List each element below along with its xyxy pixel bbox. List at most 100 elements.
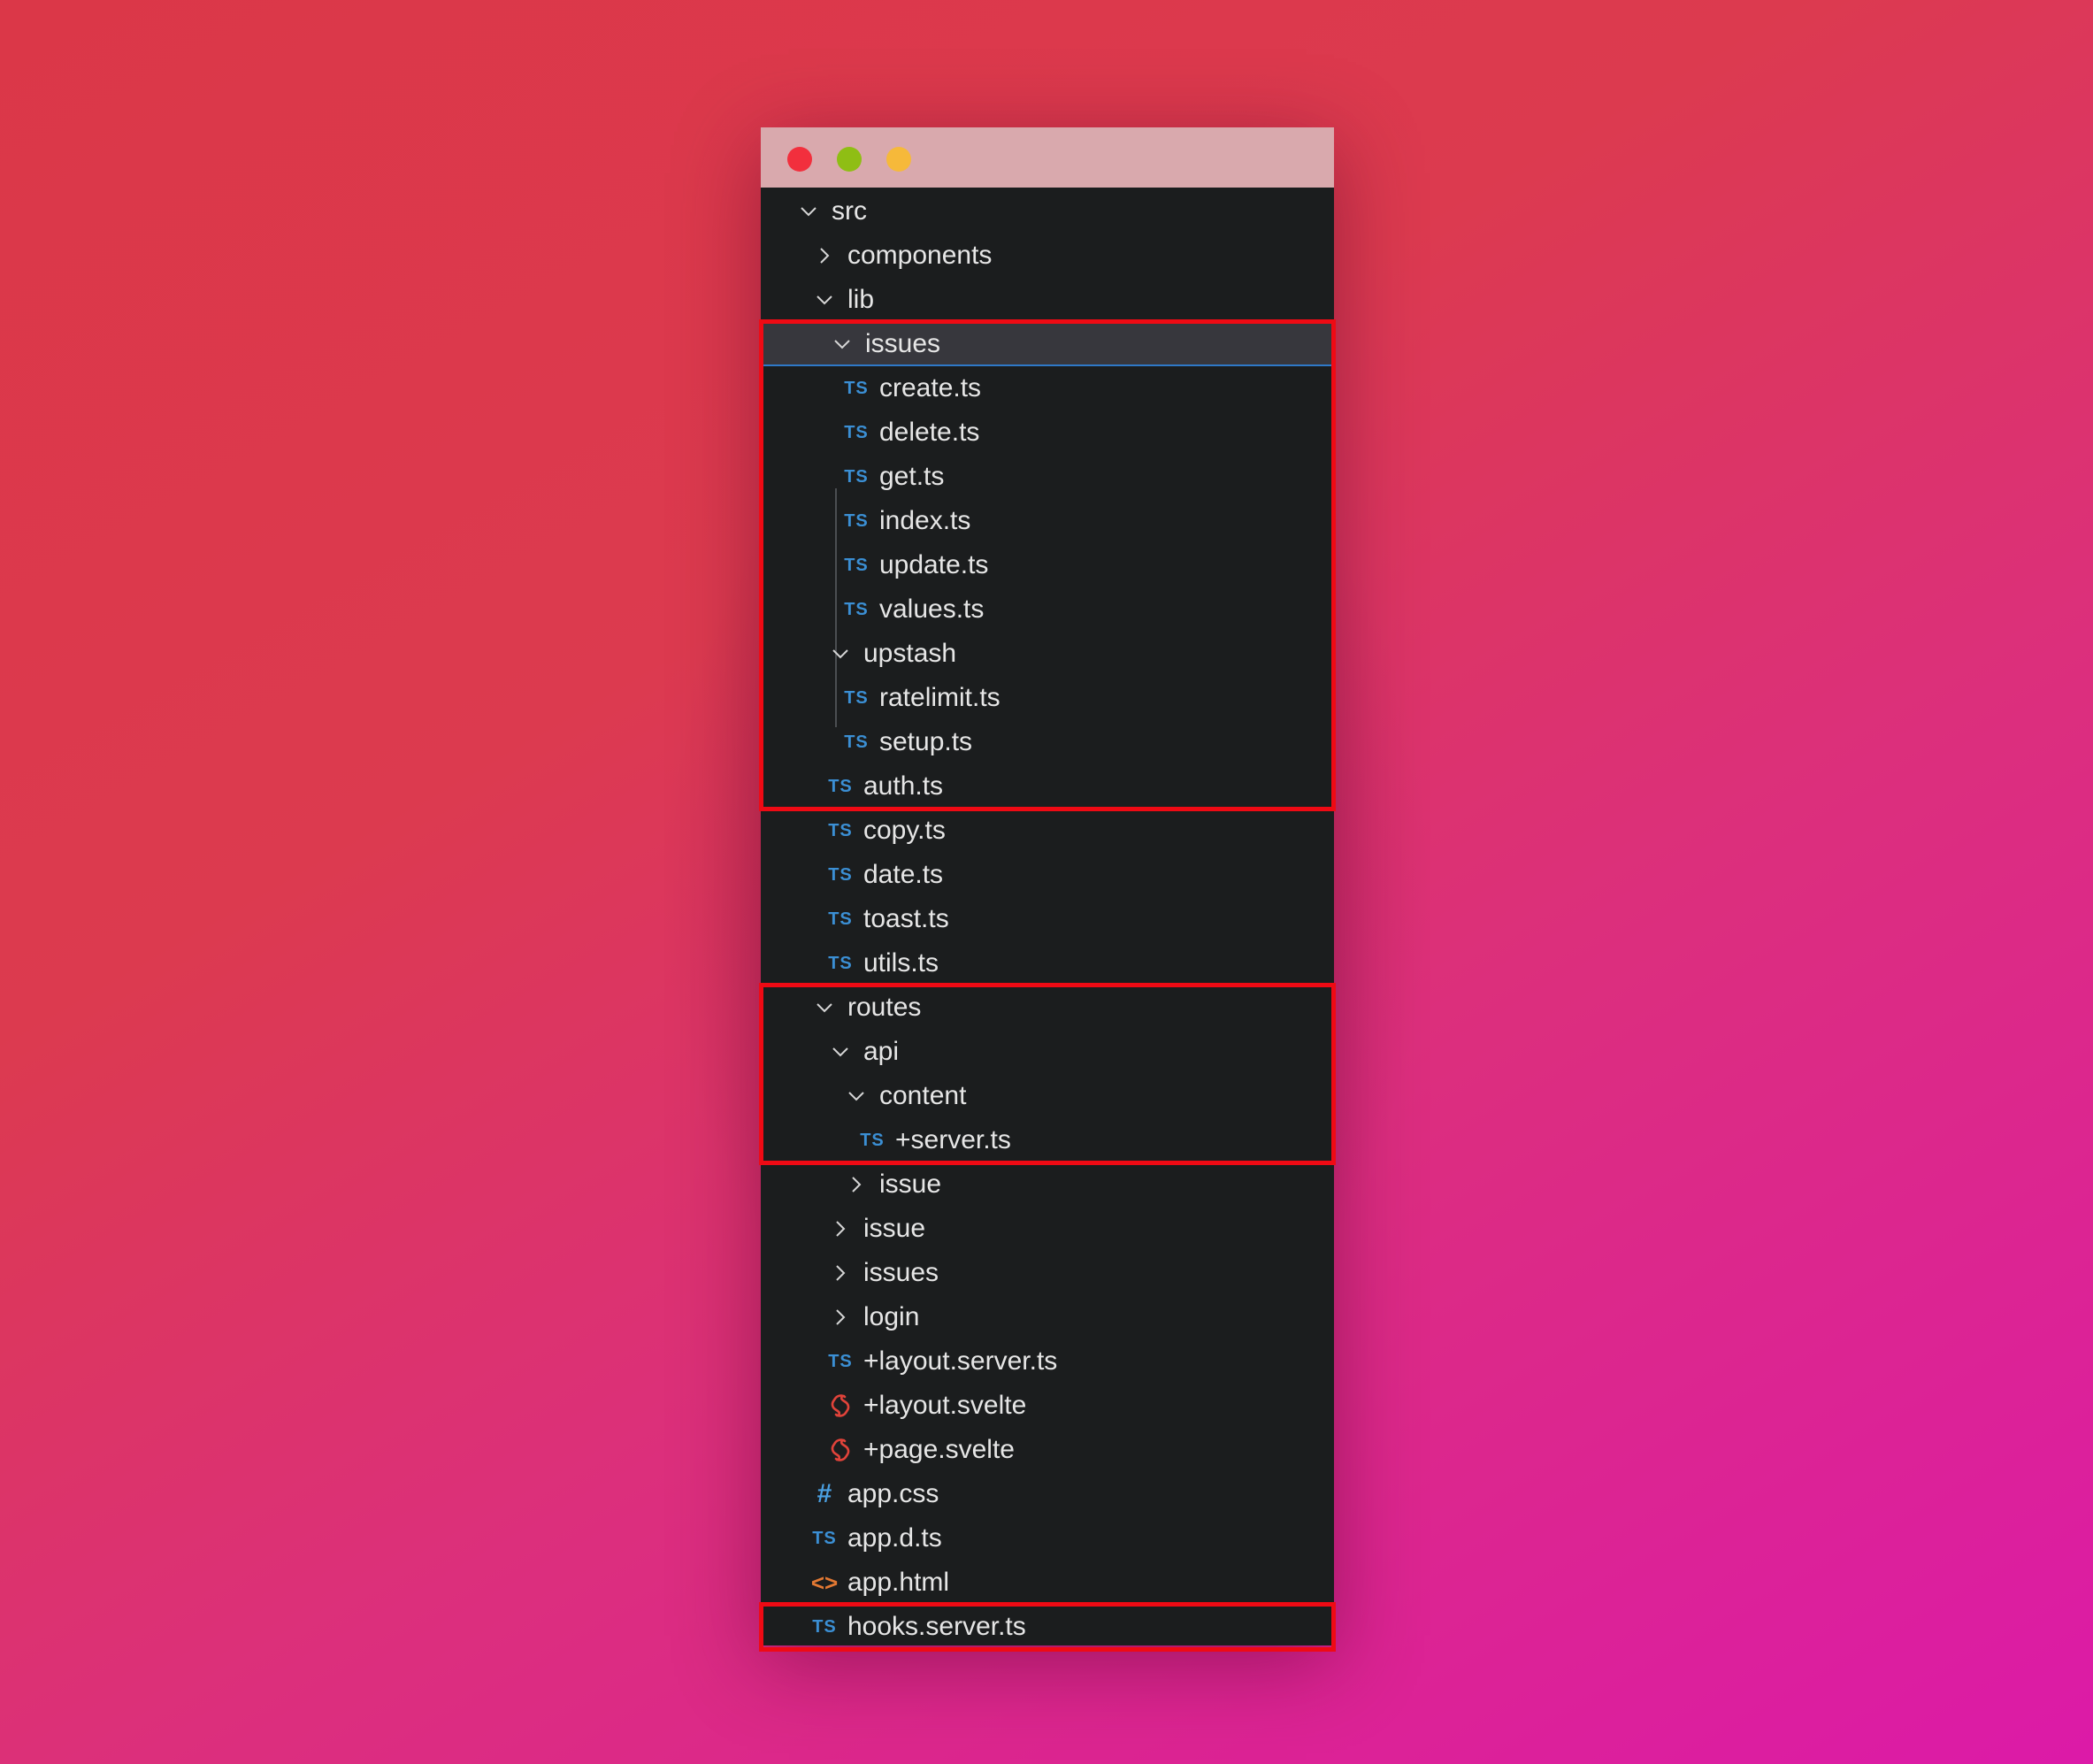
minimize-button[interactable] (837, 147, 862, 172)
tree-item-label: +layout.server.ts (863, 1346, 1058, 1376)
svelte-icon (824, 1393, 856, 1418)
tree-item-label: issues (863, 1258, 939, 1287)
chevron-down-icon (824, 644, 856, 663)
tree-item-label: values.ts (879, 594, 985, 624)
typescript-icon: TS (844, 378, 869, 398)
typescript-icon: TS (828, 1351, 853, 1371)
folder-row[interactable]: components (761, 234, 1334, 278)
chevron-right-icon (824, 1308, 856, 1327)
tree-item-label: +layout.svelte (863, 1391, 1027, 1420)
tree-item-label: auth.ts (863, 771, 944, 801)
tree-item-label: issue (879, 1170, 942, 1199)
file-row[interactable]: TS date.ts (761, 853, 1334, 897)
tree-item-label: app.d.ts (847, 1523, 942, 1553)
tree-item-label: app.html (847, 1568, 950, 1597)
tree-item-label: issues (865, 329, 941, 358)
tree-item-label: setup.ts (879, 727, 973, 756)
typescript-icon: TS (828, 864, 853, 885)
chevron-right-icon (809, 246, 840, 265)
tree-item-label: date.ts (863, 860, 944, 889)
tree-item-label: app.css (847, 1479, 939, 1508)
tree-item-label: routes (847, 993, 922, 1022)
tree-item-label: issue (863, 1214, 926, 1243)
file-row[interactable]: TS values.ts (761, 587, 1334, 632)
file-row[interactable]: TS hooks.server.ts (761, 1605, 1334, 1649)
folder-row[interactable]: api (761, 1030, 1334, 1074)
file-row[interactable]: TS utils.ts (761, 941, 1334, 986)
typescript-icon: TS (812, 1528, 837, 1548)
folder-row[interactable]: routes (761, 986, 1334, 1030)
chevron-down-icon (809, 998, 840, 1017)
tree-item-label: utils.ts (863, 948, 939, 978)
html-icon: <> (810, 1568, 839, 1596)
file-row[interactable]: TS delete.ts (761, 410, 1334, 455)
file-row[interactable]: TS create.ts (761, 366, 1334, 410)
tree-item-label: get.ts (879, 462, 945, 491)
file-row[interactable]: +layout.svelte (761, 1384, 1334, 1428)
typescript-icon: TS (828, 909, 853, 929)
tree-item-label: delete.ts (879, 418, 980, 447)
folder-row[interactable]: upstash (761, 632, 1334, 676)
folder-row[interactable]: issues (761, 322, 1334, 366)
file-row[interactable]: TS +server.ts (761, 1118, 1334, 1162)
tree-item-label: index.ts (879, 506, 971, 535)
typescript-icon: TS (844, 555, 869, 575)
tree-item-label: content (879, 1081, 967, 1110)
typescript-icon: TS (844, 732, 869, 752)
tree-item-label: lib (847, 285, 875, 314)
file-row[interactable]: TS +layout.server.ts (761, 1339, 1334, 1384)
svelte-icon (824, 1438, 856, 1462)
title-bar (761, 127, 1334, 188)
maximize-button[interactable] (886, 147, 911, 172)
tree-item-label: upstash (863, 639, 957, 668)
file-row[interactable]: TS auth.ts (761, 764, 1334, 809)
typescript-icon: TS (828, 953, 853, 973)
chevron-down-icon (840, 1086, 872, 1106)
folder-row[interactable]: issues (761, 1251, 1334, 1295)
folder-row[interactable]: content (761, 1074, 1334, 1118)
tree-item-label: api (863, 1037, 900, 1066)
typescript-icon: TS (812, 1616, 837, 1637)
file-row[interactable]: # app.css (761, 1472, 1334, 1516)
typescript-icon: TS (844, 510, 869, 531)
file-row[interactable]: TS index.ts (761, 499, 1334, 543)
tree-item-label: update.ts (879, 550, 989, 579)
file-explorer-window: src components lib issues TS create.ts TS delet… (759, 127, 1336, 1652)
file-row[interactable]: TS copy.ts (761, 809, 1334, 853)
folder-row[interactable]: lib (761, 278, 1334, 322)
file-row[interactable]: TS update.ts (761, 543, 1334, 587)
typescript-icon: TS (844, 466, 869, 487)
chevron-down-icon (793, 202, 824, 221)
tree-item-label: +page.svelte (863, 1435, 1015, 1464)
tree-item-label: +server.ts (895, 1125, 1011, 1154)
file-row[interactable]: TS setup.ts (761, 720, 1334, 764)
tree-item-label: src (832, 196, 867, 226)
chevron-right-icon (840, 1175, 872, 1194)
typescript-icon: TS (844, 422, 869, 442)
folder-row[interactable]: login (761, 1295, 1334, 1339)
file-row[interactable]: TS get.ts (761, 455, 1334, 499)
typescript-icon: TS (860, 1130, 885, 1150)
typescript-icon: TS (828, 776, 853, 796)
tree-item-label: create.ts (879, 373, 982, 403)
typescript-icon: TS (844, 687, 869, 708)
tree-item-label: ratelimit.ts (879, 683, 1000, 712)
file-row[interactable]: TS toast.ts (761, 897, 1334, 941)
file-row[interactable]: TS app.d.ts (761, 1516, 1334, 1561)
tree-item-label: login (863, 1302, 920, 1331)
css-icon: # (816, 1479, 832, 1508)
file-row[interactable]: <> app.html (761, 1561, 1334, 1605)
file-row[interactable]: TS ratelimit.ts (761, 676, 1334, 720)
chevron-down-icon (824, 1042, 856, 1062)
tree-item-label: copy.ts (863, 816, 946, 845)
close-button[interactable] (787, 147, 812, 172)
folder-row[interactable]: src (761, 189, 1334, 234)
tree-item-label: components (847, 241, 993, 270)
typescript-icon: TS (828, 820, 853, 840)
folder-row[interactable]: issue (761, 1207, 1334, 1251)
tree-item-label: hooks.server.ts (847, 1612, 1026, 1641)
chevron-right-icon (824, 1219, 856, 1239)
tree-item-label: toast.ts (863, 904, 949, 933)
folder-row[interactable]: issue (761, 1162, 1334, 1207)
file-row[interactable]: +page.svelte (761, 1428, 1334, 1472)
